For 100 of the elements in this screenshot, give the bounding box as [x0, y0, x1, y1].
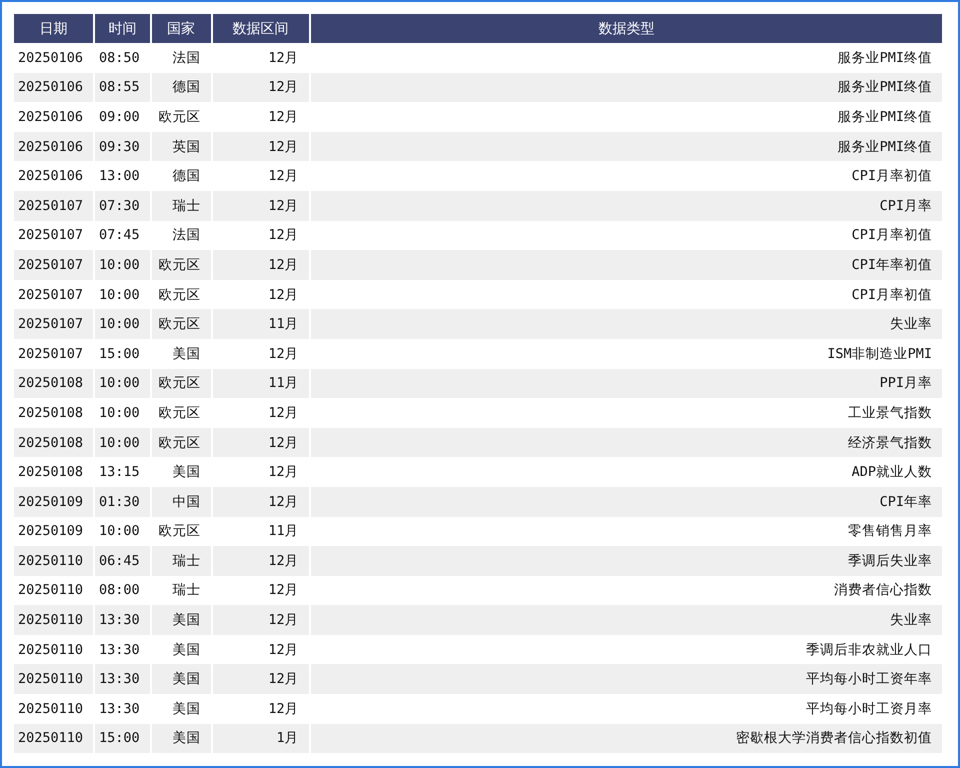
table-cell-text: 08:00 — [98, 581, 141, 600]
table-cell: 12月 — [212, 72, 309, 102]
table-cell: 失业率 — [310, 309, 942, 339]
table-cell: 20250110 — [14, 546, 94, 576]
table-cell: 15:00 — [95, 724, 150, 754]
table-cell: 12月 — [212, 250, 309, 280]
table-cell: 经济景气指数 — [310, 428, 942, 458]
table-cell-text: 工业景气指数 — [847, 404, 933, 423]
table-cell-text: 12月 — [267, 48, 300, 68]
table-cell: 密歇根大学消费者信心指数初值 — [310, 724, 942, 754]
table-cell: 美国 — [152, 724, 211, 754]
table-cell-text: 20250108 — [17, 463, 84, 482]
table-cell: 20250110 — [14, 724, 94, 754]
table-cell: 欧元区 — [152, 428, 211, 458]
table-cell: 欧元区 — [152, 250, 211, 280]
table-cell: 10:00 — [95, 368, 150, 398]
table-cell-text: 12月 — [267, 286, 300, 305]
table-cell: 20250107 — [14, 309, 94, 339]
table-cell: 20250108 — [14, 368, 94, 398]
table-cell-text: 20250107 — [17, 226, 84, 246]
table-cell-text: 服务业PMI终值 — [836, 48, 933, 68]
table-cell-text: 美国 — [172, 640, 202, 660]
table-cell: 英国 — [152, 132, 211, 162]
table-cell-text: 12月 — [267, 226, 300, 246]
table-cell: 服务业PMI终值 — [310, 72, 942, 102]
column-header: 日期 — [14, 14, 94, 43]
table-cell: 季调后失业率 — [310, 546, 942, 576]
table-cell: 12月 — [212, 546, 309, 576]
table-cell-text: 10:00 — [98, 522, 141, 542]
table-cell: 12月 — [212, 190, 309, 221]
table-cell: PPI月率 — [310, 368, 942, 398]
table-cell: 12月 — [212, 605, 309, 635]
table-cell-text: 20250106 — [17, 48, 84, 68]
table-cell-text: 20250106 — [17, 167, 84, 186]
table-cell: 失业率 — [310, 605, 942, 635]
table-cell: 11月 — [212, 368, 309, 398]
table-cell-text: 12月 — [267, 108, 300, 127]
table-cell: 10:00 — [95, 428, 150, 458]
table-cell-text: 11月 — [267, 522, 300, 542]
table-cell-text: 平均每小时工资月率 — [805, 700, 933, 719]
table-cell-text: 07:45 — [98, 226, 141, 246]
table-cell-text: 12月 — [267, 640, 300, 660]
table-cell: 13:30 — [95, 605, 150, 635]
table-cell-text: 服务业PMI终值 — [836, 108, 933, 127]
table-cell-text: 美国 — [172, 463, 202, 482]
table-cell-text: 13:15 — [98, 463, 141, 482]
table-cell: CPI年率 — [310, 486, 942, 516]
table-cell-text: 季调后非农就业人口 — [805, 640, 933, 660]
column-header: 时间 — [95, 14, 150, 43]
table-cell-text: 15:00 — [98, 344, 141, 364]
table-cell-text: ADP就业人数 — [850, 463, 933, 482]
table-cell: 中国 — [152, 486, 211, 516]
column-header: 国家 — [152, 14, 211, 43]
table-cell-text: 美国 — [172, 700, 202, 719]
table-cell: 德国 — [152, 72, 211, 102]
table-cell: 09:30 — [95, 132, 150, 162]
table-cell-text: CPI月率初值 — [850, 226, 933, 246]
table-cell-text: CPI月率初值 — [850, 167, 933, 186]
table-cell-text: CPI月率初值 — [850, 286, 933, 305]
table-cell-text: 13:00 — [98, 167, 141, 186]
table-cell: 20250107 — [14, 250, 94, 280]
table-cell-text: 12月 — [267, 463, 300, 482]
table-cell: 美国 — [152, 664, 211, 694]
table-cell-text: 欧元区 — [158, 286, 202, 305]
table-cell: 10:00 — [95, 309, 150, 339]
table-cell: 12月 — [212, 132, 309, 162]
table-cell-text: 08:50 — [98, 48, 141, 68]
table-cell-text: 瑞士 — [172, 581, 202, 600]
table-cell: 20250107 — [14, 190, 94, 221]
table-cell-text: 法国 — [172, 226, 202, 246]
table-cell: CPI年率初值 — [310, 250, 942, 280]
table-cell: 平均每小时工资年率 — [310, 664, 942, 694]
table-cell-text: 欧元区 — [158, 108, 202, 127]
table-cell-text: 消费者信心指数 — [833, 581, 933, 600]
table-cell: 欧元区 — [152, 309, 211, 339]
table-cell-text: 12月 — [267, 700, 300, 719]
table-cell-text: 10:00 — [98, 404, 141, 423]
table-cell: 20250109 — [14, 486, 94, 516]
table-cell: 06:45 — [95, 546, 150, 576]
table-cell: 12月 — [212, 664, 309, 694]
table-cell-text: 欧元区 — [158, 522, 202, 542]
table-cell-text: 20250107 — [17, 344, 84, 364]
table-cell: 20250110 — [14, 605, 94, 635]
table-cell-text: 20250108 — [17, 404, 84, 423]
table-cell: 12月 — [212, 486, 309, 516]
table-cell: 瑞士 — [152, 546, 211, 576]
table-cell: 11月 — [212, 309, 309, 339]
table-cell: 20250106 — [14, 72, 94, 102]
table-cell-text: 20250106 — [17, 108, 84, 127]
table-cell: 美国 — [152, 605, 211, 635]
table-cell-text: 12月 — [267, 167, 300, 186]
table-cell: 08:55 — [95, 72, 150, 102]
table-cell: 服务业PMI终值 — [310, 132, 942, 162]
table-cell: CPI月率 — [310, 190, 942, 221]
table-cell-text: 13:30 — [98, 700, 141, 719]
table-cell-text: 法国 — [172, 48, 202, 68]
table-cell: 01:30 — [95, 486, 150, 516]
table-cell-text: 零售销售月率 — [847, 522, 933, 542]
table-cell: 12月 — [212, 428, 309, 458]
table-cell-text: ISM非制造业PMI — [826, 344, 933, 364]
